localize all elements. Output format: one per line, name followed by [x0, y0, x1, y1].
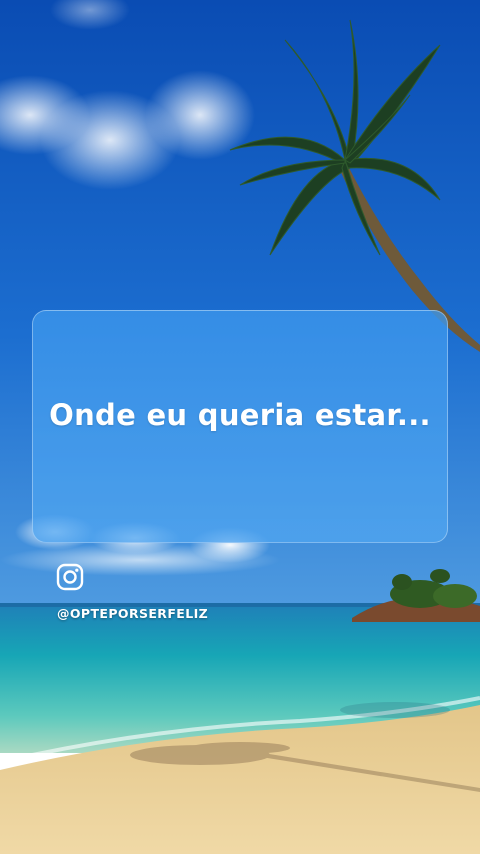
account-handle[interactable]: @OPTEPORSERFELIZ [57, 606, 208, 621]
headline-card: Onde eu queria estar... [32, 310, 448, 543]
instagram-icon[interactable] [56, 563, 84, 591]
headline: Onde eu queria estar... [49, 397, 431, 432]
